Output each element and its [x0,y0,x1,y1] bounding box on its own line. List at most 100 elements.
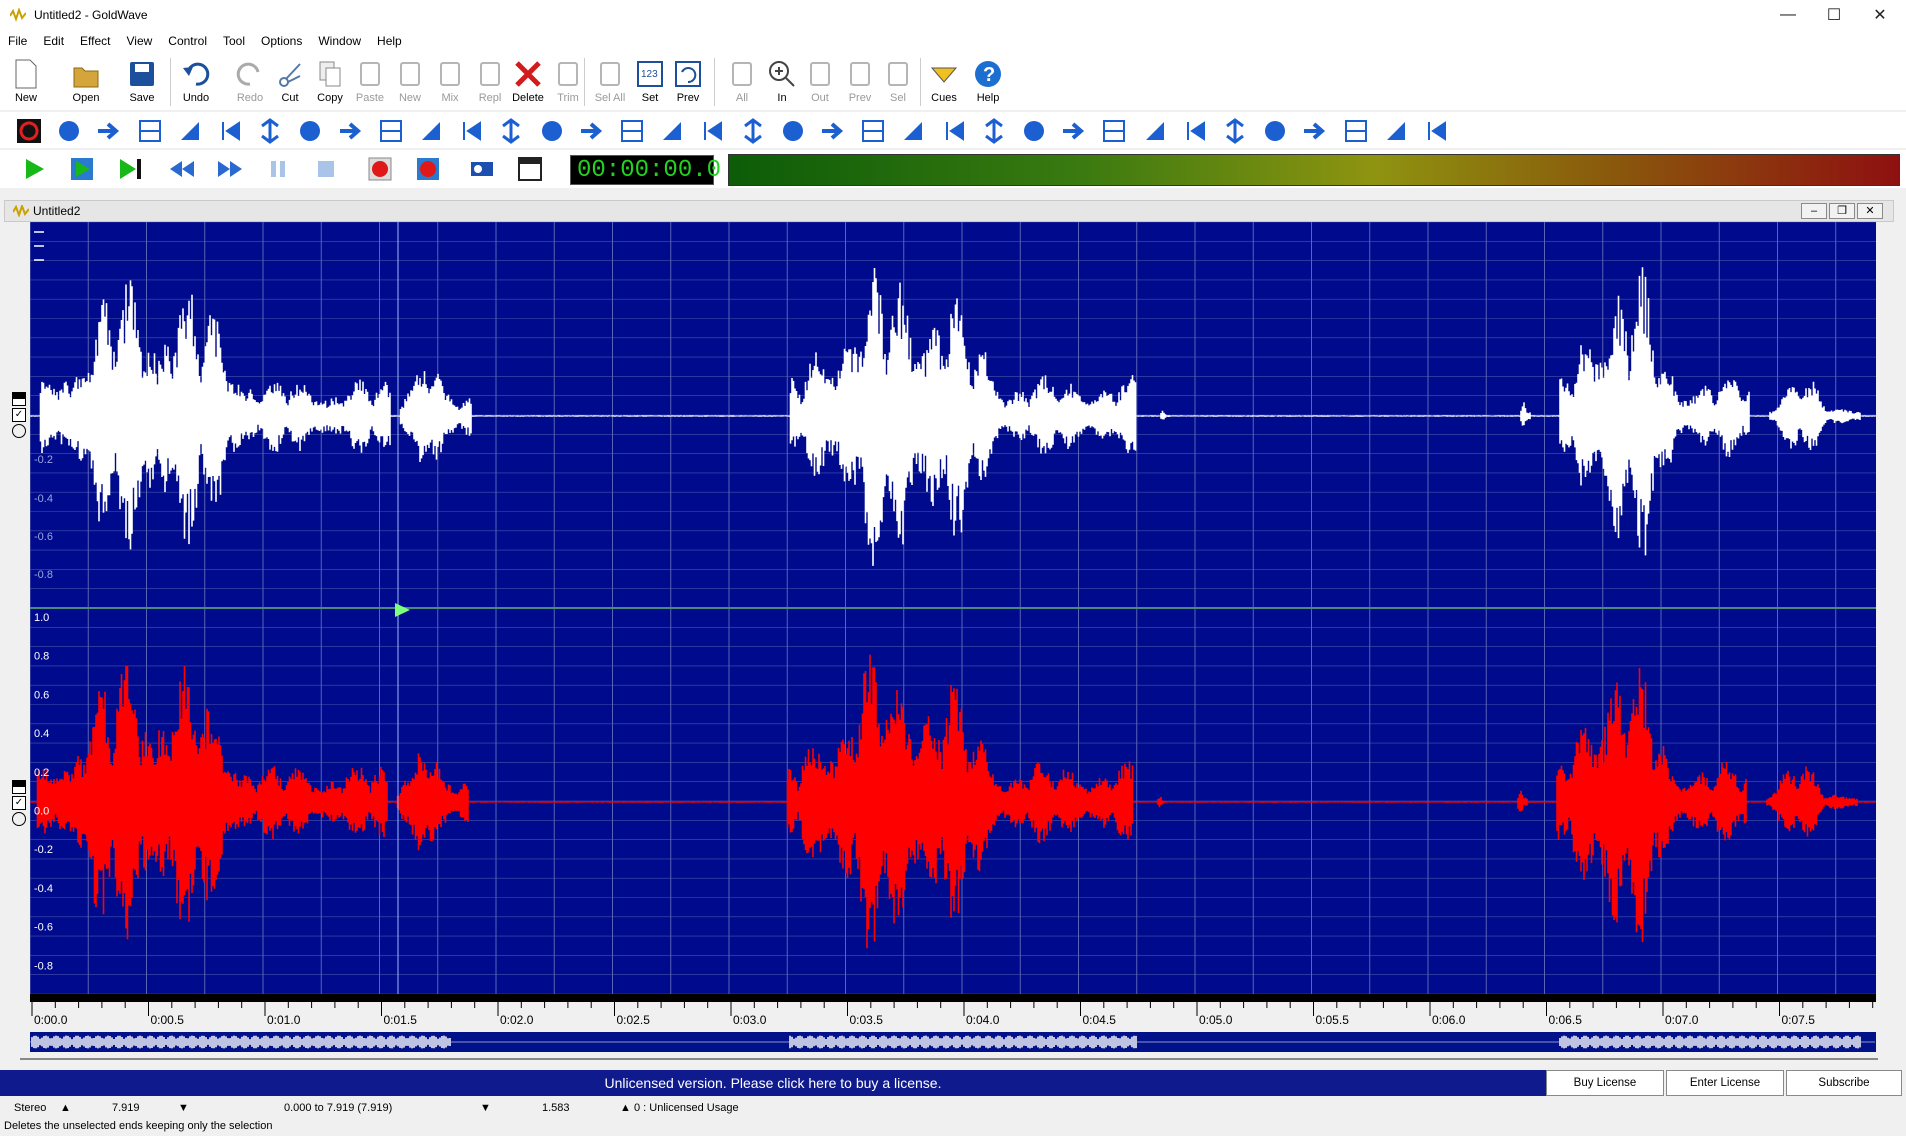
monitor-icon[interactable] [468,155,496,183]
length-arrow-icon[interactable]: ▼ [178,1102,189,1114]
effect-tool-icon[interactable] [1021,118,1047,144]
effect-tool-icon[interactable] [217,118,243,144]
effect-tool-icon[interactable] [780,118,806,144]
effect-tool-icon[interactable] [900,118,926,144]
effect-tool-icon[interactable] [96,118,122,144]
play-icon[interactable] [20,155,48,183]
effect-tool-icon[interactable] [458,118,484,144]
menu-window[interactable]: Window [310,34,369,48]
channels-arrow-icon[interactable]: ▲ [60,1102,71,1114]
left-channel-toggle-icon[interactable] [12,392,26,406]
waveform-display[interactable]: -0.2 -0.4 -0.6 -0.8 1.0 0.8 0.6 0.4 0.2 0.0 -0.2 -0… [30,222,1876,994]
copy-toolbar-button[interactable]: Copy [310,56,350,110]
prev-toolbar-button[interactable]: Prev [840,56,880,110]
left-channel-solo-icon[interactable] [12,424,26,438]
trim-toolbar-button[interactable]: Trim [548,56,588,110]
play-selection-icon[interactable] [68,155,96,183]
vertical-scrollbar[interactable] [1880,222,1894,994]
mix-toolbar-button[interactable]: Mix [430,56,470,110]
menu-edit[interactable]: Edit [35,34,72,48]
effect-tool-icon[interactable] [257,118,283,144]
effect-tool-icon[interactable] [498,118,524,144]
set-toolbar-button[interactable]: 123 Set [630,56,670,110]
overview-bar[interactable] [30,1032,1876,1052]
document-minimize-button[interactable]: – [1801,203,1827,219]
right-channel-checkbox[interactable]: ✓ [12,796,26,810]
effect-tool-icon[interactable] [1302,118,1328,144]
effect-tool-icon[interactable] [659,118,685,144]
record-selection-icon[interactable] [414,155,442,183]
sel-all-toolbar-button[interactable]: Sel All [590,56,630,110]
menu-effect[interactable]: Effect [72,34,118,48]
effect-tool-icon[interactable] [1222,118,1248,144]
effect-tool-icon[interactable] [338,118,364,144]
document-restore-button[interactable]: ❐ [1829,203,1855,219]
left-channel-checkbox[interactable]: ✓ [12,408,26,422]
save-toolbar-button[interactable]: Save [122,56,162,110]
cues-toolbar-button[interactable]: Cues [924,56,964,110]
effect-tool-icon[interactable] [137,118,163,144]
undo-toolbar-button[interactable]: Undo [176,56,216,110]
new-toolbar-button[interactable]: New [6,56,46,110]
control-properties-icon[interactable] [516,155,544,183]
play-to-end-icon[interactable] [116,155,144,183]
selection-arrow-icon[interactable]: ▼ [480,1102,491,1114]
menu-view[interactable]: View [119,34,161,48]
menu-file[interactable]: File [0,34,35,48]
cut-toolbar-button[interactable]: Cut [270,56,310,110]
license-banner[interactable]: Unlicensed version. Please click here to… [0,1070,1546,1096]
subscribe-button[interactable]: Subscribe [1786,1070,1902,1096]
document-close-button[interactable]: ✕ [1857,203,1883,219]
fast-forward-icon[interactable] [216,155,244,183]
maximize-button[interactable]: ☐ [1811,0,1857,30]
repl-toolbar-button[interactable]: Repl [470,56,510,110]
redo-toolbar-button[interactable]: Redo [230,56,270,110]
effect-tool-icon[interactable] [619,118,645,144]
out-toolbar-button[interactable]: Out [800,56,840,110]
right-channel-solo-icon[interactable] [12,812,26,826]
effect-tool-icon[interactable] [981,118,1007,144]
time-ruler[interactable]: 0:00.0 0:00.5 0:01.0 0:01.5 0:02.0 0:02.5 0:03… [30,994,1876,1028]
effect-tool-icon[interactable] [418,118,444,144]
stop-icon[interactable] [312,155,340,183]
effect-tool-icon[interactable] [16,118,42,144]
menu-options[interactable]: Options [253,34,310,48]
rewind-icon[interactable] [168,155,196,183]
effect-tool-icon[interactable] [1101,118,1127,144]
pause-icon[interactable] [264,155,292,183]
menu-help[interactable]: Help [369,34,410,48]
effect-tool-icon[interactable] [820,118,846,144]
delete-toolbar-button[interactable]: Delete [508,56,548,110]
effect-tool-icon[interactable] [1142,118,1168,144]
effect-tool-icon[interactable] [740,118,766,144]
horizontal-scrollbar[interactable] [4,1052,1894,1066]
record-icon[interactable] [366,155,394,183]
in-toolbar-button[interactable]: In [762,56,802,110]
effect-tool-icon[interactable] [378,118,404,144]
status-channels[interactable]: Stereo [14,1102,46,1114]
effect-tool-icon[interactable] [539,118,565,144]
effect-tool-icon[interactable] [177,118,203,144]
prev-toolbar-button[interactable]: Prev [668,56,708,110]
menu-control[interactable]: Control [160,34,215,48]
right-channel-toggle-icon[interactable] [12,780,26,794]
menu-tool[interactable]: Tool [215,34,253,48]
effect-tool-icon[interactable] [860,118,886,144]
effect-tool-icon[interactable] [699,118,725,144]
effect-tool-icon[interactable] [1061,118,1087,144]
buy-license-button[interactable]: Buy License [1546,1070,1664,1096]
document-titlebar[interactable]: Untitled2 – ❐ ✕ [4,200,1894,222]
close-button[interactable]: ✕ [1857,0,1903,30]
effect-tool-icon[interactable] [56,118,82,144]
effect-tool-icon[interactable] [1262,118,1288,144]
effect-tool-icon[interactable] [941,118,967,144]
effect-tool-icon[interactable] [1343,118,1369,144]
effect-tool-icon[interactable] [579,118,605,144]
sel-toolbar-button[interactable]: Sel [878,56,918,110]
all-toolbar-button[interactable]: All [722,56,762,110]
open-toolbar-button[interactable]: Open [66,56,106,110]
effect-tool-icon[interactable] [1182,118,1208,144]
help-toolbar-button[interactable]: ? Help [968,56,1008,110]
paste-toolbar-button[interactable]: Paste [350,56,390,110]
effect-tool-icon[interactable] [297,118,323,144]
